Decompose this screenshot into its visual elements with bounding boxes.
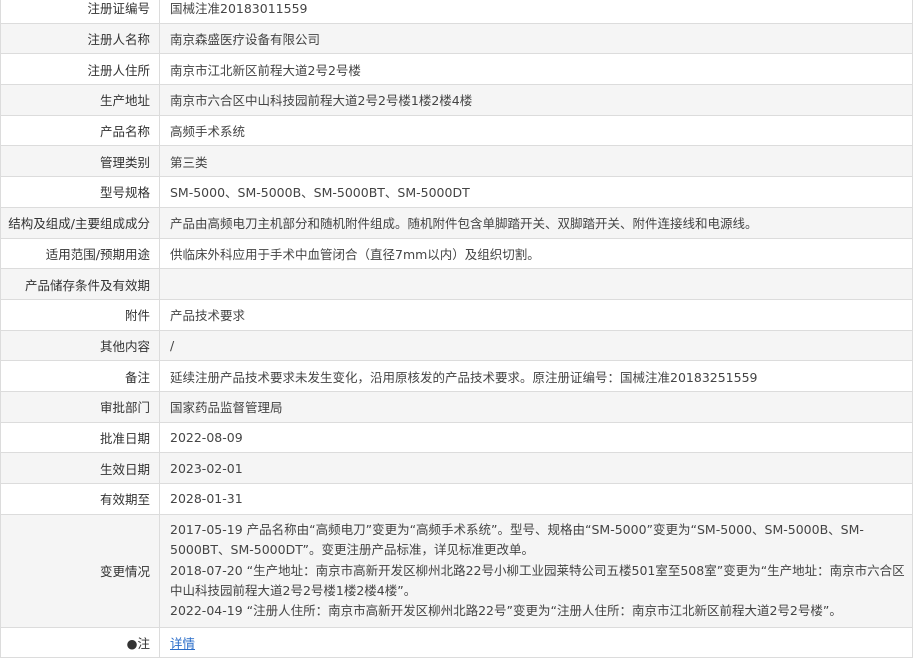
field-value: 南京森盛医疗设备有限公司 [159, 22, 913, 55]
field-label: 生效日期 [0, 452, 160, 484]
field-label: 产品储存条件及有效期 [0, 268, 160, 300]
field-label: 管理类别 [0, 145, 160, 178]
field-label: 产品名称 [0, 114, 160, 147]
table-row: 批准日期 2022-08-09 [0, 421, 913, 454]
change-entry: 2018-07-20 “生产地址：南京市高新开发区柳州北路22号小柳工业园莱特公… [170, 562, 905, 598]
field-value: 2022-08-09 [159, 421, 913, 454]
table-row: 产品名称 高频手术系统 [0, 114, 913, 147]
field-value: 产品由高频电刀主机部分和随机附件组成。随机附件包含单脚踏开关、双脚踏开关、附件连… [159, 206, 913, 239]
field-label: ●注 [0, 626, 160, 658]
table-row: 结构及组成/主要组成成分 产品由高频电刀主机部分和随机附件组成。随机附件包含单脚… [0, 206, 913, 239]
field-value: 供临床外科应用于手术中血管闭合（直径7mm以内）及组织切割。 [159, 237, 913, 270]
field-value: 2028-01-31 [159, 483, 913, 515]
field-value: 国械注准20183011559 [159, 0, 913, 24]
registration-table: 注册证编号 国械注准20183011559 注册人名称 南京森盛医疗设备有限公司… [0, 0, 913, 658]
table-row: 附件 产品技术要求 [0, 298, 913, 331]
field-label: 备注 [0, 360, 160, 392]
field-label: 有效期至 [0, 483, 160, 515]
field-label: 批准日期 [0, 421, 160, 454]
field-label: 生产地址 [0, 84, 160, 116]
field-label: 变更情况 [0, 513, 160, 628]
field-label: 注册人住所 [0, 53, 160, 86]
table-row: 产品储存条件及有效期 [0, 268, 913, 300]
table-row: 适用范围/预期用途 供临床外科应用于手术中血管闭合（直径7mm以内）及组织切割。 [0, 237, 913, 270]
table-row: 生效日期 2023-02-01 [0, 452, 913, 484]
table-row: 注册人住所 南京市江北新区前程大道2号2号楼 [0, 53, 913, 86]
change-entry: 2017-05-19 产品名称由“高频电刀”变更为“高频手术系统”。型号、规格由… [170, 521, 864, 558]
field-label: 其他内容 [0, 329, 160, 362]
field-label: 注册证编号 [0, 0, 160, 24]
field-value: 高频手术系统 [159, 114, 913, 147]
field-value: 南京市江北新区前程大道2号2号楼 [159, 53, 913, 86]
field-value: 南京市六合区中山科技园前程大道2号2号楼1楼2楼4楼 [159, 84, 913, 116]
change-history-value: 2017-05-19 产品名称由“高频电刀”变更为“高频手术系统”。型号、规格由… [159, 513, 913, 628]
table-row: 管理类别 第三类 [0, 145, 913, 178]
field-label: 结构及组成/主要组成成分 [0, 206, 160, 239]
field-value [159, 268, 913, 300]
field-value: 2023-02-01 [159, 452, 913, 484]
table-row: 型号规格 SM-5000、SM-5000B、SM-5000BT、SM-5000D… [0, 176, 913, 208]
field-value: 第三类 [159, 145, 913, 178]
field-value: / [159, 329, 913, 362]
table-row: 注册人名称 南京森盛医疗设备有限公司 [0, 22, 913, 55]
table-row: 其他内容 / [0, 329, 913, 362]
change-history-row: 变更情况 2017-05-19 产品名称由“高频电刀”变更为“高频手术系统”。型… [0, 513, 913, 628]
table-row: 生产地址 南京市六合区中山科技园前程大道2号2号楼1楼2楼4楼 [0, 84, 913, 116]
field-label: 适用范围/预期用途 [0, 237, 160, 270]
table-row: 审批部门 国家药品监督管理局 [0, 390, 913, 423]
table-row: ●注 详情 [0, 626, 913, 658]
field-label: 型号规格 [0, 176, 160, 208]
details-link[interactable]: 详情 [170, 636, 195, 651]
table-row: 有效期至 2028-01-31 [0, 483, 913, 515]
field-value: 延续注册产品技术要求未发生变化，沿用原核发的产品技术要求。原注册证编号：国械注准… [159, 360, 913, 392]
field-value: 产品技术要求 [159, 298, 913, 331]
field-label: 附件 [0, 298, 160, 331]
table-row: 注册证编号 国械注准20183011559 [0, 0, 913, 24]
table-row: 备注 延续注册产品技术要求未发生变化，沿用原核发的产品技术要求。原注册证编号：国… [0, 360, 913, 392]
change-entry: 2022-04-19 “注册人住所：南京市高新开发区柳州北路22号”变更为“注册… [170, 603, 842, 619]
field-value: 国家药品监督管理局 [159, 390, 913, 423]
field-label: 注册人名称 [0, 22, 160, 55]
field-value: 详情 [159, 626, 913, 658]
field-label: 审批部门 [0, 390, 160, 423]
field-value: SM-5000、SM-5000B、SM-5000BT、SM-5000DT [159, 176, 913, 208]
